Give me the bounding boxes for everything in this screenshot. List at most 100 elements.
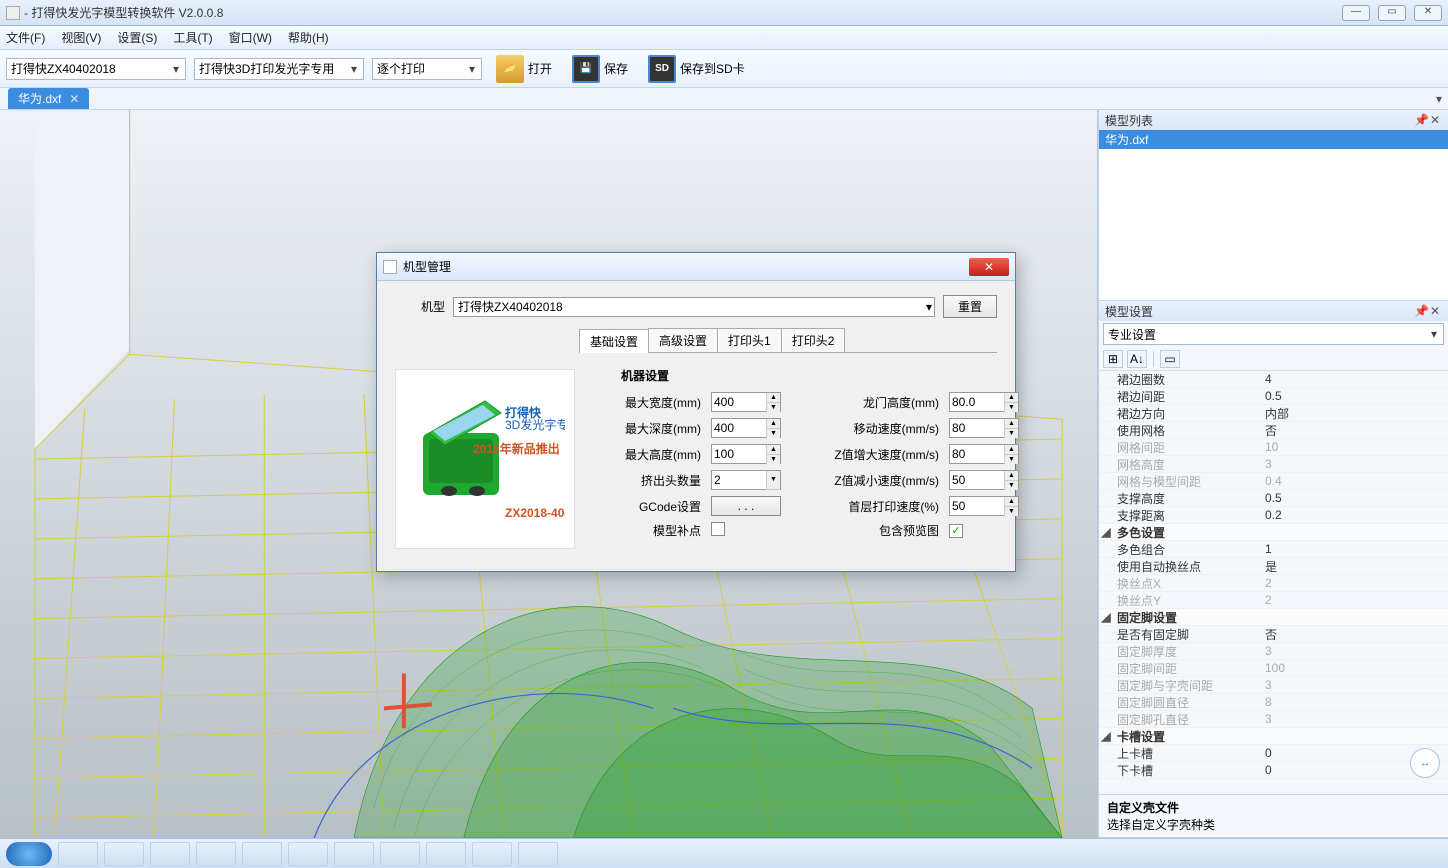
window-close-button[interactable]: ✕ [1414, 5, 1442, 21]
sort-alpha-button[interactable]: A↓ [1127, 350, 1147, 368]
menu-help[interactable]: 帮助(H) [288, 29, 329, 46]
taskbar-item[interactable] [518, 842, 558, 866]
spin-up-icon[interactable]: ▲ [766, 393, 780, 403]
save-sd-button[interactable]: SD 保存到SD卡 [642, 53, 751, 85]
model-patch-checkbox[interactable] [711, 522, 725, 536]
print-mode-combo[interactable]: 逐个打印 ▾ [372, 58, 482, 80]
tab-basic[interactable]: 基础设置 [579, 329, 649, 353]
property-value[interactable]: 1 [1261, 542, 1448, 556]
tab-head2[interactable]: 打印头2 [781, 328, 846, 352]
property-row[interactable]: 下卡槽0 [1099, 762, 1448, 779]
property-group[interactable]: ◢固定脚设置 [1099, 609, 1448, 626]
max-depth-input[interactable]: ▲▼ [711, 418, 781, 438]
first-layer-speed-input[interactable]: ▲▼ [949, 496, 1019, 516]
model-list-item[interactable]: 华为.dxf [1099, 130, 1448, 149]
taskbar-item[interactable] [58, 842, 98, 866]
taskbar-item[interactable] [334, 842, 374, 866]
menu-view[interactable]: 视图(V) [61, 29, 101, 46]
property-row[interactable]: 换丝点Y2 [1099, 592, 1448, 609]
property-group[interactable]: ◢多色设置 [1099, 524, 1448, 541]
property-row[interactable]: 支撑高度0.5 [1099, 490, 1448, 507]
tab-advanced[interactable]: 高级设置 [648, 328, 718, 352]
property-row[interactable]: 网格与模型间距0.4 [1099, 473, 1448, 490]
menu-tools[interactable]: 工具(T) [173, 29, 212, 46]
spin-down-icon[interactable]: ▼ [766, 403, 780, 412]
property-row[interactable]: 固定脚与字壳间距3 [1099, 677, 1448, 694]
property-row[interactable]: 网格高度3 [1099, 456, 1448, 473]
form-section-title: 机器设置 [621, 367, 997, 384]
property-row[interactable]: 上卡槽0 [1099, 745, 1448, 762]
max-width-input[interactable]: ▲▼ [711, 392, 781, 412]
taskbar-item[interactable] [426, 842, 466, 866]
document-tab[interactable]: 华为.dxf ✕ [8, 88, 89, 109]
z-up-speed-input[interactable]: ▲▼ [949, 444, 1019, 464]
property-value[interactable]: 是 [1261, 558, 1448, 575]
sort-categories-button[interactable]: ⊞ [1103, 350, 1123, 368]
reset-button[interactable]: 重置 [943, 295, 997, 318]
taskbar-item[interactable] [196, 842, 236, 866]
property-row[interactable]: 固定脚圆直径8 [1099, 694, 1448, 711]
property-row[interactable]: 固定脚间距100 [1099, 660, 1448, 677]
start-button[interactable] [6, 842, 52, 866]
property-row[interactable]: 是否有固定脚否 [1099, 626, 1448, 643]
dialog-close-button[interactable]: ✕ [969, 258, 1009, 276]
document-tab-dropdown[interactable]: ▾ [1430, 92, 1448, 106]
machine-select[interactable]: 打得快ZX40402018 ▾ [453, 297, 935, 317]
gcode-settings-button[interactable]: . . . [711, 496, 781, 516]
extruders-select[interactable]: ▼ [711, 470, 781, 490]
taskbar-item[interactable] [104, 842, 144, 866]
machine-combo[interactable]: 打得快ZX40402018 ▾ [6, 58, 186, 80]
gantry-height-input[interactable]: ▲▼ [949, 392, 1019, 412]
property-page-button[interactable]: ▭ [1160, 350, 1180, 368]
property-row[interactable]: 固定脚厚度3 [1099, 643, 1448, 660]
property-row[interactable]: 使用自动换丝点是 [1099, 558, 1448, 575]
taskbar-item[interactable] [472, 842, 512, 866]
max-height-input[interactable]: ▲▼ [711, 444, 781, 464]
taskbar-item[interactable] [288, 842, 328, 866]
property-list[interactable]: 裙边圈数4裙边间距0.5裙边方向内部使用网格否网格间距10网格高度3网格与模型间… [1099, 371, 1448, 794]
property-value[interactable]: 否 [1261, 626, 1448, 643]
pin-icon[interactable]: 📌 [1414, 304, 1428, 318]
tab-head1[interactable]: 打印头1 [717, 328, 782, 352]
property-row[interactable]: 多色组合1 [1099, 541, 1448, 558]
window-maximize-button[interactable]: ▭ [1378, 5, 1406, 21]
property-group[interactable]: ◢卡槽设置 [1099, 728, 1448, 745]
property-name: 卡槽设置 [1113, 728, 1261, 745]
window-minimize-button[interactable]: — [1342, 5, 1370, 21]
chevron-down-icon[interactable]: ▼ [766, 471, 780, 490]
save-button[interactable]: 💾 保存 [566, 53, 634, 85]
taskbar-item[interactable] [242, 842, 282, 866]
property-row[interactable]: 裙边圈数4 [1099, 371, 1448, 388]
open-button[interactable]: 📂 打开 [490, 53, 558, 85]
close-icon[interactable]: ✕ [69, 92, 79, 106]
close-icon[interactable]: ✕ [1428, 113, 1442, 127]
property-row[interactable]: 固定脚孔直径3 [1099, 711, 1448, 728]
remote-assist-button[interactable]: ↔ [1410, 748, 1440, 778]
pin-icon[interactable]: 📌 [1414, 113, 1428, 127]
settings-profile-combo[interactable]: 专业设置 ▾ [1103, 323, 1444, 345]
include-preview-checkbox[interactable] [949, 524, 963, 538]
property-value[interactable]: 内部 [1261, 405, 1448, 422]
profile-combo[interactable]: 打得快3D打印发光字专用 ▾ [194, 58, 364, 80]
menu-window[interactable]: 窗口(W) [229, 29, 272, 46]
property-row[interactable]: 裙边方向内部 [1099, 405, 1448, 422]
print-mode-value: 逐个打印 [377, 60, 425, 77]
property-value[interactable]: 0.5 [1261, 389, 1448, 403]
property-value[interactable]: 0.2 [1261, 508, 1448, 522]
menu-settings[interactable]: 设置(S) [117, 29, 157, 46]
taskbar-item[interactable] [380, 842, 420, 866]
property-value[interactable]: 4 [1261, 372, 1448, 386]
machine-label: 机型 [395, 298, 445, 315]
move-speed-input[interactable]: ▲▼ [949, 418, 1019, 438]
close-icon[interactable]: ✕ [1428, 304, 1442, 318]
taskbar-item[interactable] [150, 842, 190, 866]
property-value[interactable]: 否 [1261, 422, 1448, 439]
property-value[interactable]: 0.5 [1261, 491, 1448, 505]
property-row[interactable]: 网格间距10 [1099, 439, 1448, 456]
property-row[interactable]: 换丝点X2 [1099, 575, 1448, 592]
property-row[interactable]: 裙边间距0.5 [1099, 388, 1448, 405]
property-row[interactable]: 支撑距离0.2 [1099, 507, 1448, 524]
menu-file[interactable]: 文件(F) [6, 29, 45, 46]
property-row[interactable]: 使用网格否 [1099, 422, 1448, 439]
z-down-speed-input[interactable]: ▲▼ [949, 470, 1019, 490]
